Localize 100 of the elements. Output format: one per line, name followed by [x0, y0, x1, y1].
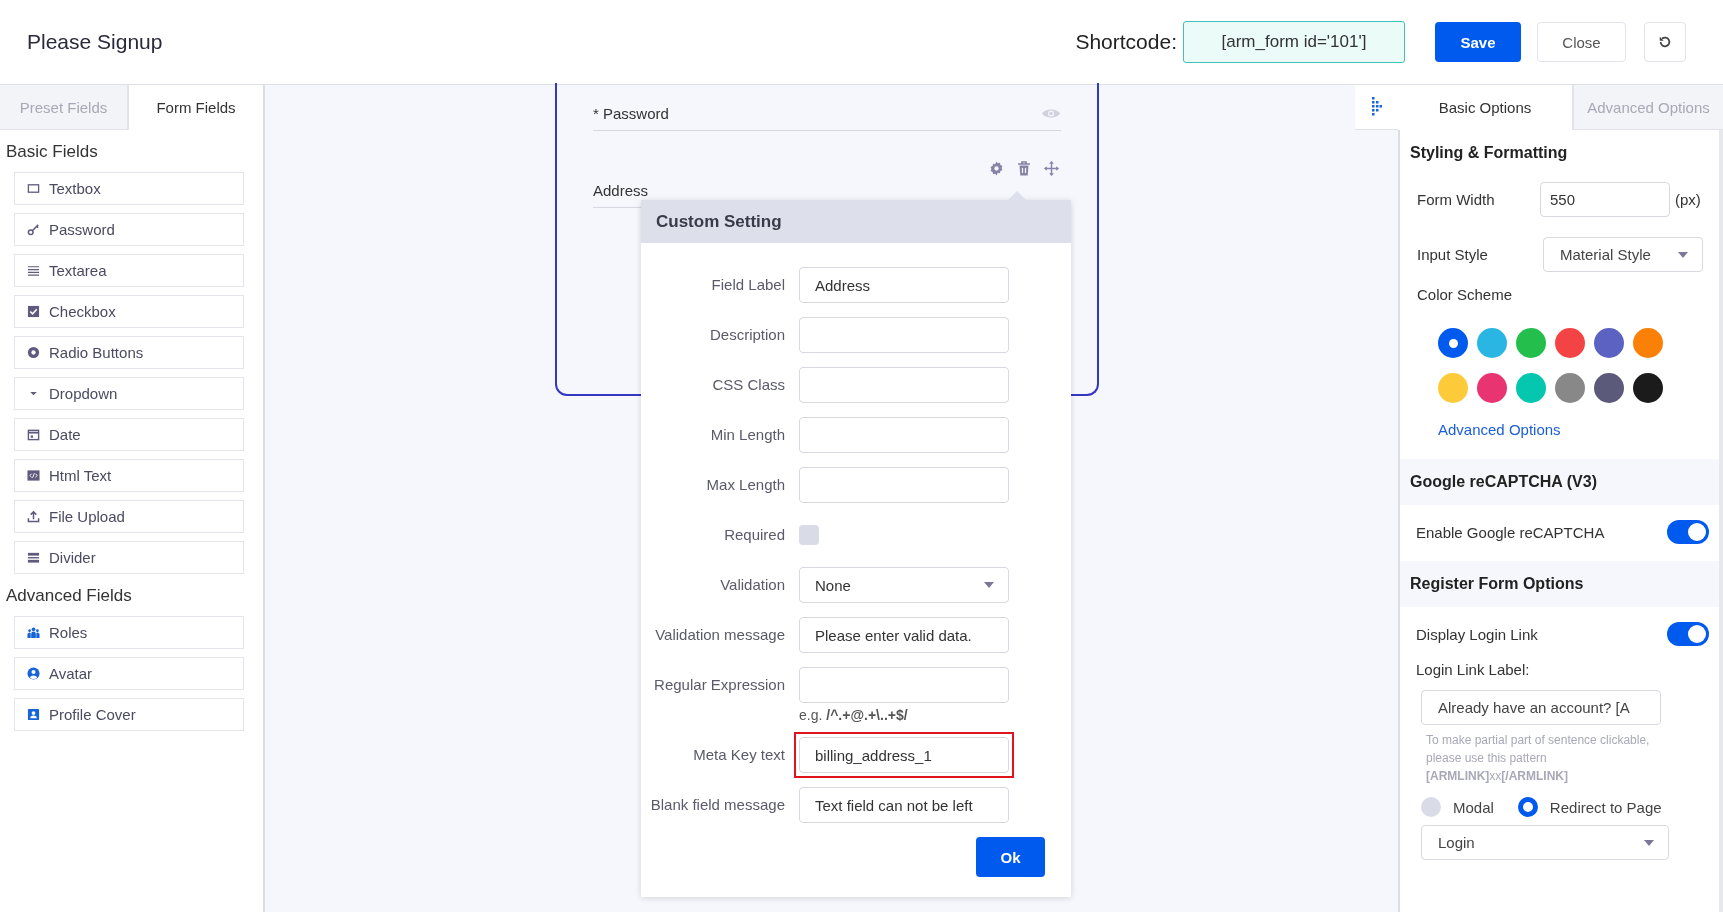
code-icon	[27, 469, 40, 482]
key-icon	[27, 223, 40, 236]
input-field[interactable]: Address	[799, 267, 1009, 303]
form-width-field[interactable]: 550	[1540, 182, 1670, 217]
page-dropdown[interactable]: Login	[1421, 825, 1669, 860]
input-field[interactable]	[799, 417, 1009, 453]
calendar-icon	[27, 428, 40, 441]
setting-label: Min Length	[709, 425, 785, 445]
toggle-switch[interactable]	[1667, 520, 1709, 544]
color-swatch[interactable]	[1438, 373, 1468, 403]
field-type-item[interactable]: Radio Buttons	[14, 336, 244, 369]
field-type-item[interactable]: Checkbox	[14, 295, 244, 328]
color-swatch[interactable]	[1555, 328, 1585, 358]
hint-text: e.g. /^.+@.+\..+$/	[799, 707, 909, 723]
upload-icon	[27, 510, 40, 523]
toggle-switch[interactable]	[1667, 622, 1709, 646]
input-style-dropdown[interactable]: Material Style	[1543, 237, 1703, 272]
ok-button[interactable]: Ok	[976, 837, 1045, 877]
caret-icon	[984, 582, 994, 588]
radio-button[interactable]	[1517, 797, 1538, 817]
reset-button[interactable]	[1644, 22, 1686, 62]
profile-card-icon	[27, 708, 40, 721]
setting-label: Field Label	[710, 275, 785, 295]
help-text: To make partial part of sentence clickable, please use this pattern [ARMLINK]xx[/ARMLINK]	[1426, 732, 1651, 785]
setting-label: Validation message	[654, 625, 785, 645]
color-swatch[interactable]	[1477, 328, 1507, 358]
color-swatch[interactable]	[1516, 328, 1546, 358]
color-swatch[interactable]	[1477, 373, 1507, 403]
color-swatch[interactable]	[1516, 373, 1546, 403]
shortcode-label: Shortcode:	[1075, 30, 1177, 54]
color-swatch[interactable]	[1555, 373, 1585, 403]
close-button[interactable]: Close	[1537, 22, 1626, 62]
option-label: Login Link Label:	[1416, 661, 1531, 678]
setting-label: Regular Expression	[653, 675, 785, 695]
field-type-item[interactable]: Dropdown	[14, 377, 244, 410]
input-field[interactable]: Please enter valid data.	[799, 617, 1009, 653]
save-button[interactable]: Save	[1435, 22, 1521, 62]
field-type-item[interactable]: Roles	[14, 616, 244, 649]
input-field[interactable]	[799, 317, 1009, 353]
color-swatch[interactable]	[1438, 328, 1468, 358]
user-circle-icon	[27, 667, 40, 680]
dots-icon[interactable]	[1371, 97, 1382, 117]
color-swatch[interactable]	[1633, 328, 1663, 358]
group-title: Advanced Fields	[6, 586, 133, 606]
form-field-label: * Password	[593, 105, 669, 122]
lines-icon	[27, 264, 40, 277]
unit-label: (px)	[1675, 191, 1701, 208]
radio-label: Modal	[1453, 798, 1494, 816]
section-title: Styling & Formatting	[1410, 144, 1569, 162]
field-type-item[interactable]: Html Text	[14, 459, 244, 492]
popup-title: Custom Setting	[641, 200, 1071, 243]
setting-label: CSS Class	[711, 375, 785, 395]
input-field[interactable]	[799, 367, 1009, 403]
color-swatch[interactable]	[1633, 373, 1663, 403]
field-type-item[interactable]: Password	[14, 213, 244, 246]
group-title: Basic Fields	[6, 142, 99, 162]
setting-label: Description	[708, 325, 785, 345]
radio-icon	[27, 346, 40, 359]
people-icon	[27, 626, 40, 639]
advanced-options-link[interactable]: Advanced Options	[1438, 421, 1561, 438]
radio-button[interactable]	[1421, 797, 1441, 817]
field-type-item[interactable]: Textbox	[14, 172, 244, 205]
trash-icon[interactable]	[1017, 161, 1031, 176]
option-label: Enable Google reCAPTCHA	[1416, 523, 1605, 541]
input-field[interactable]: Text field can not be left	[799, 787, 1009, 823]
option-label: Input Style	[1417, 246, 1489, 263]
login-link-label-field[interactable]: Already have an account? [A	[1421, 690, 1661, 725]
field-type-item[interactable]: Divider	[14, 541, 244, 574]
option-label: Form Width	[1417, 191, 1496, 208]
divider-icon	[27, 551, 40, 564]
color-swatch[interactable]	[1594, 373, 1624, 403]
move-icon[interactable]	[1044, 161, 1059, 176]
field-type-item[interactable]: Date	[14, 418, 244, 451]
input-field[interactable]: billing_address_1	[799, 737, 1009, 773]
shortcode-field[interactable]: [arm_form id='101']	[1183, 21, 1405, 63]
option-label: Display Login Link	[1416, 625, 1538, 643]
options-tab[interactable]: Basic Options	[1398, 85, 1572, 130]
option-label: Color Scheme	[1417, 286, 1514, 303]
validation-dropdown[interactable]: None	[799, 567, 1009, 603]
field-type-item[interactable]: Profile Cover	[14, 698, 244, 731]
textbox-icon	[27, 182, 40, 195]
checkbox-icon	[27, 305, 40, 318]
setting-label: Validation	[719, 575, 785, 595]
radio-label: Redirect to Page	[1549, 798, 1662, 816]
reset-icon	[1658, 35, 1672, 49]
caret-icon	[1678, 251, 1688, 258]
setting-label: Meta Key text	[692, 745, 785, 765]
setting-label: Blank field message	[649, 795, 785, 815]
field-type-item[interactable]: Avatar	[14, 657, 244, 690]
setting-label: Max Length	[705, 475, 785, 495]
input-field[interactable]	[799, 667, 1009, 703]
color-swatch[interactable]	[1594, 328, 1624, 358]
caret-icon	[1644, 839, 1654, 846]
field-type-item[interactable]: File Upload	[14, 500, 244, 533]
input-field[interactable]	[799, 467, 1009, 503]
settings-icon[interactable]	[989, 161, 1004, 176]
section-title: Google reCAPTCHA (V3)	[1400, 459, 1719, 505]
form-field-label: Address	[593, 182, 649, 199]
required-checkbox[interactable]	[799, 525, 819, 545]
field-type-item[interactable]: Textarea	[14, 254, 244, 287]
